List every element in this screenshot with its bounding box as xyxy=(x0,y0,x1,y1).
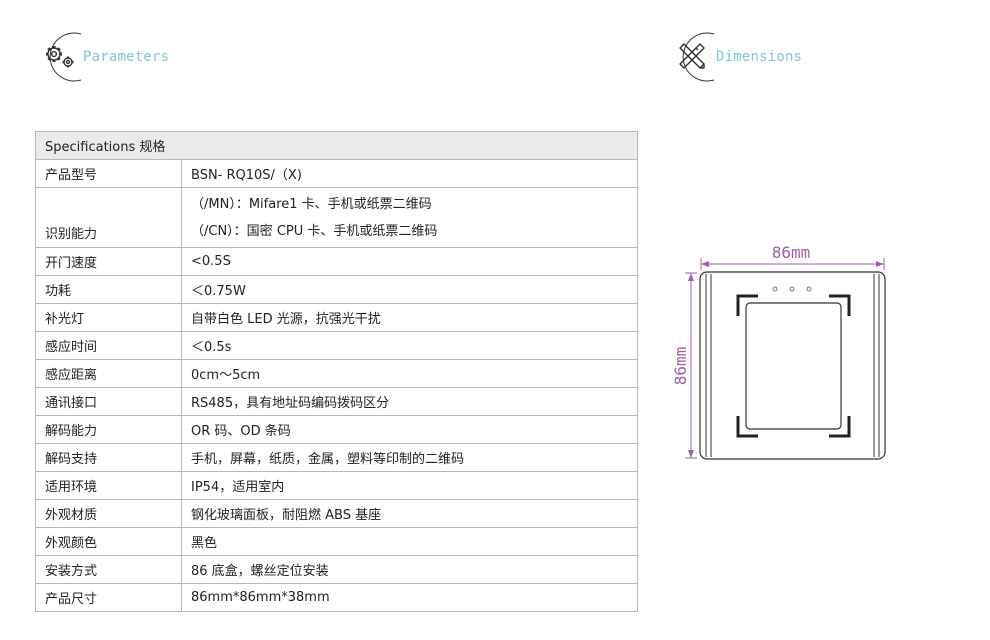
ruler-pencil-icon xyxy=(666,30,716,84)
row-value: ＜0.75W xyxy=(181,275,638,304)
row-label: 感应时间 xyxy=(35,331,182,360)
table-row: 适用环境 IP54，适用室内 xyxy=(35,471,638,500)
row-label: 产品型号 xyxy=(35,159,182,188)
indicator-lights xyxy=(772,286,812,292)
height-label: 86mm xyxy=(671,347,690,386)
row-label: 外观颜色 xyxy=(35,527,182,556)
parameters-section-header: Parameters xyxy=(33,30,169,84)
table-row: 功耗 ＜0.75W xyxy=(35,275,638,304)
specifications-table: Specifications 规格 产品型号 BSN- RQ10S/（X) 识别… xyxy=(35,131,638,612)
table-row: 感应距离 0cm～5cm xyxy=(35,359,638,388)
parameters-title: Parameters xyxy=(83,49,170,65)
row-value: 手机，屏幕，纸质，金属，塑料等印制的二维码 xyxy=(181,443,638,472)
row-label: 通讯接口 xyxy=(35,387,182,416)
table-row: 产品型号 BSN- RQ10S/（X) xyxy=(35,159,638,188)
dimensions-section-header: Dimensions xyxy=(666,30,802,84)
row-value: IP54，适用室内 xyxy=(181,471,638,500)
dimension-drawing: 86mm 86mm xyxy=(671,243,886,460)
table-row: 外观颜色 黑色 xyxy=(35,527,638,556)
row-value: 86mm*86mm*38mm xyxy=(181,583,638,612)
row-value: RS485，具有地址码编码拨码区分 xyxy=(181,387,638,416)
table-row: 解码支持 手机，屏幕，纸质，金属，塑料等印制的二维码 xyxy=(35,443,638,472)
row-label: 安装方式 xyxy=(35,555,182,584)
row-label: 识别能力 xyxy=(35,187,182,248)
row-value-line: （/MN）：Mifare1 卡、手机或纸票二维码 xyxy=(191,196,432,212)
table-header-row: Specifications 规格 xyxy=(35,131,638,160)
row-value: （/MN）：Mifare1 卡、手机或纸票二维码 （/CN）：国密 CPU 卡、… xyxy=(181,187,638,248)
row-value: OR 码、OD 条码 xyxy=(181,415,638,444)
table-row: 识别能力 （/MN）：Mifare1 卡、手机或纸票二维码 （/CN）：国密 C… xyxy=(35,187,638,248)
width-label: 86mm xyxy=(772,243,811,262)
table-row: 安装方式 86 底盒，螺丝定位安装 xyxy=(35,555,638,584)
row-value: BSN- RQ10S/（X) xyxy=(181,159,638,188)
table-row: 通讯接口 RS485，具有地址码编码拨码区分 xyxy=(35,387,638,416)
row-value: <0.5S xyxy=(181,247,638,276)
row-value: ＜0.5s xyxy=(181,331,638,360)
table-row: 解码能力 OR 码、OD 条码 xyxy=(35,415,638,444)
row-label: 感应距离 xyxy=(35,359,182,388)
row-value: 0cm～5cm xyxy=(181,359,638,388)
row-label: 外观材质 xyxy=(35,499,182,528)
gears-icon xyxy=(33,30,83,84)
row-label: 开门速度 xyxy=(35,247,182,276)
row-label: 产品尺寸 xyxy=(35,583,182,612)
row-label: 补光灯 xyxy=(35,303,182,332)
scan-frame-corners xyxy=(736,294,851,438)
device-outline xyxy=(699,271,886,460)
table-header: Specifications 规格 xyxy=(35,131,638,160)
row-value-line: （/CN）：国密 CPU 卡、手机或纸票二维码 xyxy=(191,223,438,239)
scan-window xyxy=(745,302,842,430)
row-label: 解码能力 xyxy=(35,415,182,444)
table-row: 外观材质 钢化玻璃面板，耐阻燃 ABS 基座 xyxy=(35,499,638,528)
table-row: 感应时间 ＜0.5s xyxy=(35,331,638,360)
row-label: 解码支持 xyxy=(35,443,182,472)
row-value: 自带白色 LED 光源，抗强光干扰 xyxy=(181,303,638,332)
row-value: 黑色 xyxy=(181,527,638,556)
dimensions-title: Dimensions xyxy=(716,49,803,65)
row-label: 适用环境 xyxy=(35,471,182,500)
table-row: 补光灯 自带白色 LED 光源，抗强光干扰 xyxy=(35,303,638,332)
row-value: 钢化玻璃面板，耐阻燃 ABS 基座 xyxy=(181,499,638,528)
table-row: 开门速度 <0.5S xyxy=(35,247,638,276)
row-value: 86 底盒，螺丝定位安装 xyxy=(181,555,638,584)
table-row: 产品尺寸 86mm*86mm*38mm xyxy=(35,583,638,612)
row-label: 功耗 xyxy=(35,275,182,304)
